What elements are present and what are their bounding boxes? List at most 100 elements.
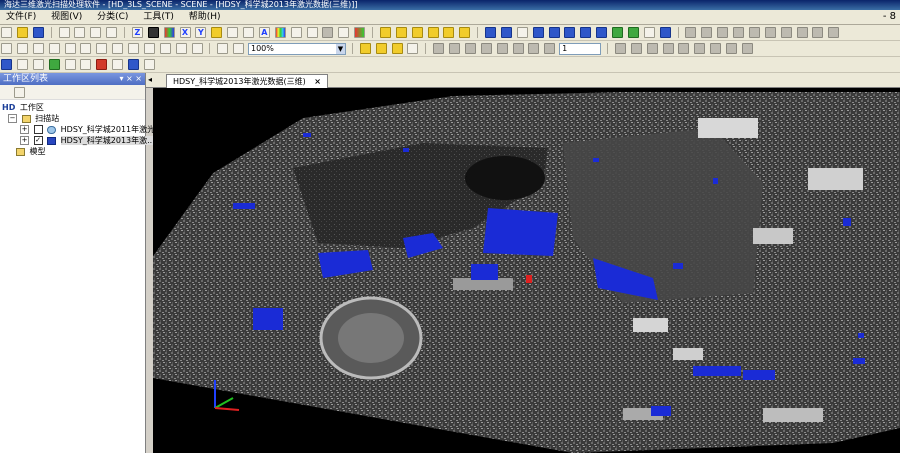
line-icon[interactable] xyxy=(701,27,713,38)
eraser-icon[interactable] xyxy=(780,27,792,38)
cube-left-icon[interactable] xyxy=(191,43,203,54)
cube-front-icon[interactable] xyxy=(96,43,108,54)
color-picker-icon[interactable] xyxy=(662,43,674,54)
pen-icon[interactable] xyxy=(685,27,697,38)
dataset-icon[interactable] xyxy=(1,59,12,70)
export-icon[interactable] xyxy=(564,27,576,38)
step-forward-icon[interactable] xyxy=(480,43,492,54)
menu-classify[interactable]: 分类(C) xyxy=(91,10,134,24)
prev-frame-icon[interactable] xyxy=(449,43,460,54)
arrow-right-icon[interactable] xyxy=(580,27,592,38)
stop-icon[interactable] xyxy=(630,43,642,54)
paste-icon[interactable] xyxy=(90,27,102,38)
tab-nav-left-icon[interactable]: ◂ xyxy=(148,73,152,87)
view-box-icon[interactable] xyxy=(147,27,159,38)
texture-icon[interactable] xyxy=(290,27,302,38)
cube-back-icon[interactable] xyxy=(159,43,171,54)
polyline-icon[interactable] xyxy=(717,27,729,38)
axis-a-button[interactable]: A xyxy=(258,27,270,38)
grid-large-icon[interactable] xyxy=(306,27,318,38)
cube-top-icon[interactable] xyxy=(112,43,124,54)
play-icon[interactable] xyxy=(528,43,540,54)
last-frame-icon[interactable] xyxy=(512,43,524,54)
frame-icon[interactable] xyxy=(485,27,496,38)
tree-node-station-2011[interactable]: + HDSY_科学城2011年激光... xyxy=(2,124,163,135)
tab-scene-3d[interactable]: HDSY_科学城2013年激光数据(三维) × xyxy=(166,74,328,88)
cube-bottom-icon[interactable] xyxy=(175,43,187,54)
point-cloud-viewport[interactable] xyxy=(153,88,900,453)
zoom-out-icon[interactable] xyxy=(32,43,44,54)
pick-icon[interactable] xyxy=(427,27,439,38)
dots-icon[interactable] xyxy=(243,27,254,38)
cube-iso-icon[interactable] xyxy=(143,43,155,54)
fit-icon[interactable] xyxy=(359,43,371,54)
pan-icon[interactable] xyxy=(64,43,76,54)
loop-icon[interactable] xyxy=(544,43,556,54)
step-back-icon[interactable] xyxy=(464,43,476,54)
sun-icon[interactable] xyxy=(211,27,223,38)
curve-icon[interactable] xyxy=(733,27,744,38)
axis-y-button[interactable]: Y xyxy=(195,27,207,38)
open-folder-icon[interactable] xyxy=(16,27,28,38)
panel-alt-icon[interactable] xyxy=(694,43,706,54)
tree-node-stations[interactable]: − 扫描站 xyxy=(2,113,145,124)
rgb-icon[interactable] xyxy=(354,27,366,38)
palette-icon[interactable] xyxy=(163,27,175,38)
tree-node-station-2013[interactable]: + ✓ HDSY_科学城2013年激... xyxy=(2,135,155,146)
import-icon[interactable] xyxy=(16,59,28,70)
window-split-icon[interactable] xyxy=(710,43,722,54)
close-icon[interactable]: × xyxy=(314,77,321,86)
filter-icon[interactable] xyxy=(548,27,560,38)
copy-icon[interactable] xyxy=(74,27,86,38)
expand-icon[interactable]: + xyxy=(20,125,29,134)
grid-icon[interactable] xyxy=(227,27,239,38)
window-icon[interactable] xyxy=(659,27,671,38)
edit-icon[interactable] xyxy=(764,27,776,38)
tree-node-root[interactable]: HD 工作区 xyxy=(2,102,145,113)
stats-icon[interactable] xyxy=(128,59,139,70)
next-frame-icon[interactable] xyxy=(496,43,508,54)
properties-icon[interactable] xyxy=(112,59,124,70)
workspace-icon[interactable] xyxy=(14,87,25,98)
pointer-icon[interactable] xyxy=(1,43,12,54)
tree-node-models[interactable]: 模型 xyxy=(2,146,145,157)
menu-tools[interactable]: 工具(T) xyxy=(137,10,180,24)
table-icon[interactable] xyxy=(596,27,608,38)
undo-icon[interactable] xyxy=(106,27,118,38)
classify-icon[interactable] xyxy=(612,27,623,38)
visibility-checkbox[interactable] xyxy=(33,125,43,134)
overflow-data-icon[interactable] xyxy=(143,59,155,70)
panel-icon[interactable] xyxy=(678,43,690,54)
info-icon[interactable] xyxy=(379,27,391,38)
rotate-icon[interactable] xyxy=(796,27,808,38)
first-frame-icon[interactable] xyxy=(433,43,445,54)
settings-icon[interactable] xyxy=(646,43,658,54)
bookmark-icon[interactable] xyxy=(391,43,403,54)
delete-icon[interactable] xyxy=(96,59,108,70)
zoom-in-icon[interactable] xyxy=(16,43,28,54)
zoom-combo[interactable]: 100% ▼ xyxy=(248,43,346,55)
expand-icon[interactable]: + xyxy=(20,136,29,145)
record-icon[interactable] xyxy=(614,43,626,54)
merge-icon[interactable] xyxy=(64,59,76,70)
camera-icon[interactable] xyxy=(407,43,419,54)
cut-icon[interactable] xyxy=(58,27,70,38)
mesh-icon[interactable] xyxy=(322,27,334,38)
select-icon[interactable] xyxy=(443,27,455,38)
axis-x-button[interactable]: X xyxy=(179,27,191,38)
layers-icon[interactable] xyxy=(516,27,528,38)
list-icon[interactable] xyxy=(828,27,840,38)
window-tile-icon[interactable] xyxy=(726,43,737,54)
cube-side-icon[interactable] xyxy=(128,43,139,54)
ruler-icon[interactable] xyxy=(812,27,824,38)
frame-input[interactable]: 1 xyxy=(559,43,602,55)
classify-alt-icon[interactable] xyxy=(627,27,639,38)
angle-icon[interactable] xyxy=(411,27,423,38)
save-icon[interactable] xyxy=(32,27,44,38)
collapse-icon[interactable]: − xyxy=(8,114,17,123)
visibility-checkbox-checked[interactable]: ✓ xyxy=(33,136,43,145)
axis-z-button[interactable]: Z xyxy=(131,27,143,38)
new-file-icon[interactable] xyxy=(1,27,12,38)
mesh-alt-icon[interactable] xyxy=(338,27,350,38)
grid-blue-icon[interactable] xyxy=(532,27,544,38)
